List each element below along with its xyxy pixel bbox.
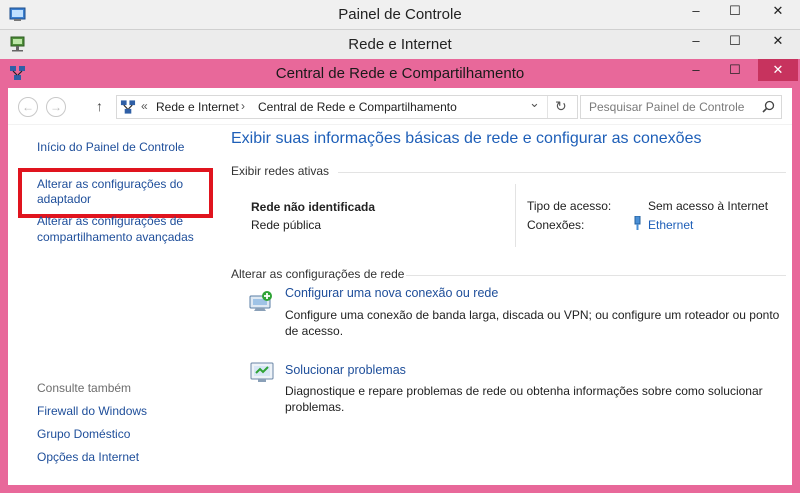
chevron-down-icon[interactable]: ⌄ — [529, 95, 540, 111]
search-input[interactable]: Pesquisar Painel de Controle — [589, 100, 744, 114]
maximize-button[interactable]: ☐ — [722, 0, 748, 22]
window-title: Painel de Controle — [338, 6, 462, 23]
highlight-box — [18, 168, 213, 218]
navigation-bar: ← → ↑ « Rede e Internet › Central de Red… — [8, 88, 792, 125]
up-button[interactable]: ↑ — [96, 98, 103, 114]
network-type: Rede pública — [251, 218, 322, 232]
change-settings-label: Alterar as configurações de rede — [231, 267, 405, 281]
ethernet-connection-link[interactable]: Ethernet — [648, 218, 693, 232]
page-title: Exibir suas informações básicas de rede … — [231, 130, 702, 147]
back-button[interactable]: ← — [18, 97, 38, 117]
network-center-icon — [120, 100, 136, 114]
connections-label: Conexões: — [527, 218, 585, 232]
forward-button[interactable]: → — [46, 97, 66, 117]
sidebar-link-advanced-sharing[interactable]: compartilhamento avançadas — [37, 230, 194, 244]
minimize-button[interactable]: – — [683, 30, 709, 52]
breadcrumb-item-network-center[interactable]: Central de Rede e Compartilhamento — [258, 100, 457, 114]
divider — [547, 96, 548, 118]
close-button[interactable]: ✕ — [758, 30, 798, 52]
access-type-value: Sem acesso à Internet — [648, 199, 769, 213]
maximize-button[interactable]: ☐ — [722, 59, 748, 81]
close-button[interactable]: ✕ — [758, 59, 798, 81]
maximize-button[interactable]: ☐ — [722, 30, 748, 52]
minimize-button[interactable]: – — [683, 0, 709, 22]
troubleshoot-description: problemas. — [285, 400, 345, 414]
breadcrumb-separator: › — [241, 99, 245, 113]
divider — [338, 172, 786, 173]
sidebar-link-homegroup[interactable]: Grupo Doméstico — [37, 427, 130, 441]
network-internet-titlebar[interactable]: Rede e Internet – ☐ ✕ — [0, 29, 800, 59]
window-title: Rede e Internet — [348, 36, 452, 53]
see-also-heading: Consulte também — [37, 381, 132, 395]
setup-new-connection-link[interactable]: Configurar uma nova conexão ou rede — [285, 286, 498, 300]
divider — [515, 184, 516, 247]
access-type-label: Tipo de acesso: — [527, 199, 612, 213]
ethernet-icon — [634, 216, 641, 230]
troubleshoot-description: Diagnostique e repare problemas de rede … — [285, 384, 763, 398]
close-button[interactable]: ✕ — [758, 0, 798, 22]
breadcrumb-overflow[interactable]: « — [141, 99, 148, 113]
control-panel-titlebar[interactable]: Painel de Controle – ☐ ✕ — [0, 0, 800, 29]
network-center-window: ← → ↑ « Rede e Internet › Central de Red… — [0, 88, 800, 493]
window-client-area: ← → ↑ « Rede e Internet › Central de Red… — [8, 88, 792, 485]
address-bar[interactable]: « Rede e Internet › Central de Rede e Co… — [116, 95, 578, 119]
troubleshoot-icon — [250, 362, 274, 382]
control-panel-icon — [9, 7, 26, 21]
setup-new-connection-description: de acesso. — [285, 324, 344, 338]
network-center-titlebar[interactable]: Central de Rede e Compartilhamento – ☐ ✕ — [0, 59, 800, 88]
sidebar-link-control-panel-home[interactable]: Início do Painel de Controle — [37, 140, 184, 154]
sidebar-link-internet-options[interactable]: Opções da Internet — [37, 450, 139, 464]
network-center-icon — [10, 66, 25, 80]
active-networks-label: Exibir redes ativas — [231, 164, 330, 178]
network-name: Rede não identificada — [251, 200, 376, 214]
search-box[interactable]: Pesquisar Painel de Controle — [580, 95, 782, 119]
search-icon[interactable] — [762, 100, 775, 113]
setup-new-connection-description: Configure uma conexão de banda larga, di… — [285, 308, 780, 322]
refresh-icon[interactable]: ↻ — [555, 98, 567, 115]
window-title: Central de Rede e Compartilhamento — [275, 65, 525, 82]
sidebar-link-firewall[interactable]: Firewall do Windows — [37, 404, 147, 418]
breadcrumb-item-network-internet[interactable]: Rede e Internet — [156, 100, 239, 114]
sidebar-link-advanced-sharing[interactable]: Alterar as configurações de — [37, 214, 183, 228]
network-icon — [10, 36, 25, 52]
troubleshoot-link[interactable]: Solucionar problemas — [285, 363, 406, 377]
new-connection-icon — [249, 291, 272, 311]
divider — [406, 275, 786, 276]
minimize-button[interactable]: – — [683, 59, 709, 81]
